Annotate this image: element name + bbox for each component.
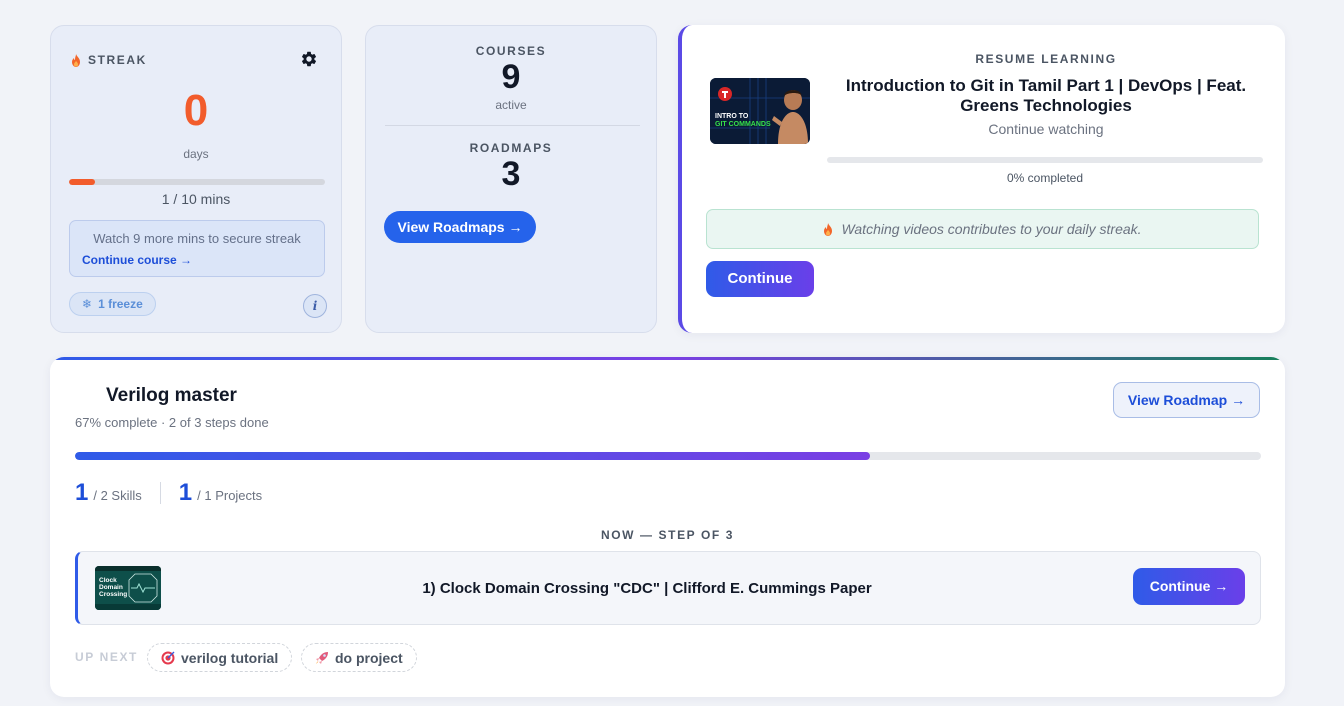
streak-note: Watching videos contributes to your dail… [706,209,1259,249]
courses-count: 9 [501,58,521,96]
step-title[interactable]: 1) Clock Domain Crossing "CDC" | Cliffor… [178,580,1116,597]
streak-note-text: Watching videos contributes to your dail… [841,221,1142,237]
up-next-label-project: do project [335,649,403,666]
step-thumbnail[interactable]: Clock Domain Crossing [95,566,161,610]
streak-progress-text: 1 / 10 mins [161,191,231,207]
roadmaps-count: 3 [501,155,521,193]
up-next-label: UP NEXT [75,650,138,664]
thumbnail-text-line2: GIT COMMANDS [715,121,771,128]
resume-subtitle: Continue watching [988,121,1104,137]
rocket-icon [316,651,328,664]
up-next-item-verilog-tutorial[interactable]: verilog tutorial [147,643,293,672]
resume-progress-text: 0% completed [1006,171,1084,185]
resume-progress-bar [827,157,1263,163]
fire-icon [72,53,80,67]
roadmap-progress-bar [75,452,1261,460]
streak-count: 0 [183,86,209,135]
courses-sub: active [495,98,527,112]
projects-count: 1 [178,479,193,506]
skills-label: / 2 Skills [93,488,142,503]
video-thumbnail[interactable]: INTRO TO GIT COMMANDS [710,78,810,144]
roadmaps-label: ROADMAPS [469,141,553,155]
target-icon [161,651,175,664]
streak-card: STREAK 0 days 1 / 10 mins Watch 9 more m… [50,25,342,333]
stats-divider [385,125,640,126]
resume-learning-card: RESUME LEARNING INTRO TO GIT COMMANDS In… [678,25,1285,333]
freeze-badge[interactable]: ❄ 1 freeze [69,292,156,316]
streak-unit: days [183,147,209,161]
continue-button[interactable]: Continue [706,261,814,297]
thumbnail-text-line1: INTRO TO [715,113,749,120]
streak-tip-box: Watch 9 more mins to secure streak Conti… [69,220,325,277]
streak-label: STREAK [88,53,147,67]
resume-video-title[interactable]: Introduction to Git in Tamil Part 1 | De… [832,76,1260,116]
roadmap-progress-fill [75,452,870,460]
projects-label: / 1 Projects [197,488,263,503]
roadmap-accent-bar [50,357,1285,360]
view-roadmaps-button[interactable]: View Roadmaps → [384,211,536,243]
continue-course-link[interactable]: Continue course → [82,253,192,267]
courses-label: COURSES [475,44,547,58]
step-continue-button[interactable]: Continue → [1133,568,1245,605]
settings-gear-icon[interactable] [300,50,318,68]
skills-count: 1 [75,479,89,506]
resume-label: RESUME LEARNING [975,52,1117,66]
up-next-item-do-project[interactable]: do project [301,643,417,672]
stats-separator [159,482,161,504]
roadmap-title: Verilog master [106,385,237,406]
step-thumbnail-text: Clock Domain Crossing [99,577,128,598]
streak-progress-bar [69,179,325,185]
info-icon[interactable]: i [303,294,327,318]
streak-tip-text: Watch 9 more mins to secure streak [93,231,301,246]
roadmap-subtitle: 67% complete · 2 of 3 steps done [75,415,269,430]
roadmap-stats: 1 / 2 Skills 1 / 1 Projects [75,479,262,507]
up-next-label-verilog: verilog tutorial [181,649,279,666]
current-step-label: NOW — STEP OF 3 [600,528,735,542]
view-roadmap-button[interactable]: View Roadmap → [1113,382,1260,418]
freeze-label: 1 freeze [98,297,143,311]
streak-header: STREAK [71,53,147,67]
snowflake-icon: ❄ [82,297,93,311]
streak-progress-fill [69,179,95,185]
fire-icon [824,222,833,236]
stats-card: COURSES 9 active ROADMAPS 3 View Roadmap… [365,25,657,333]
thumbnail-graphic [710,78,810,144]
roadmap-card: Verilog master 67% complete · 2 of 3 ste… [50,357,1285,697]
current-step: Clock Domain Crossing 1) Clock Domain Cr… [75,551,1261,625]
